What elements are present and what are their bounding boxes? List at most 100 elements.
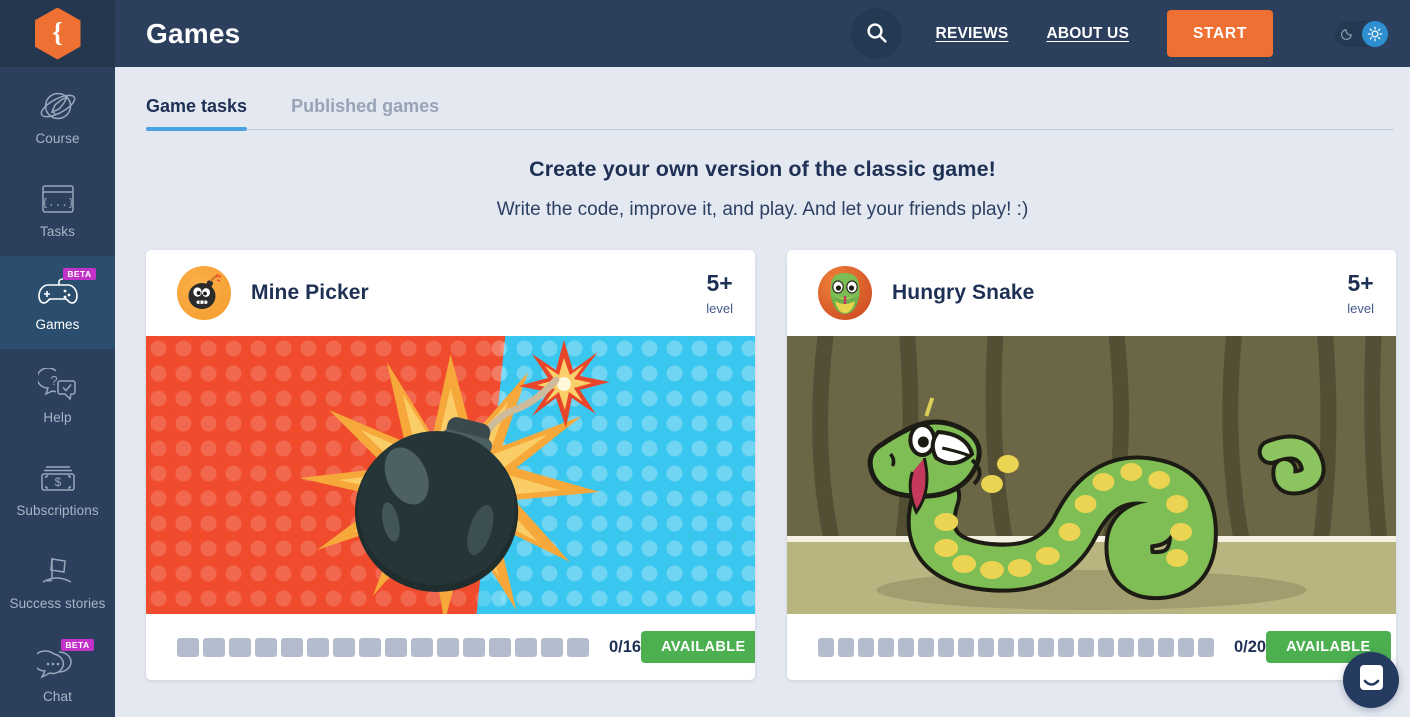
progress-pip (1078, 637, 1094, 657)
brand-logo[interactable]: { (0, 0, 115, 67)
progress-pip (1058, 637, 1074, 657)
sidebar-item-games[interactable]: BETA Games (0, 256, 115, 349)
curly-brace-hexagon-logo-icon: { (34, 7, 81, 60)
game-level: 5+ level (1347, 269, 1374, 316)
progress-pip (878, 637, 894, 657)
progress-pip (229, 637, 251, 657)
svg-text:?: ? (50, 373, 57, 388)
progress-pip (489, 637, 511, 657)
progress-text: 0/20 (1234, 637, 1267, 656)
progress-pip (541, 637, 563, 657)
game-card-title: Mine Picker (251, 281, 369, 304)
bomb-avatar-icon (177, 266, 231, 320)
level-label: level (706, 300, 733, 316)
sidebar-item-tasks[interactable]: {...} Tasks (0, 163, 115, 256)
code-window-icon: {...} (36, 180, 80, 218)
headline-subtitle: Write the code, improve it, and play. An… (496, 199, 1029, 220)
start-button[interactable]: START (1166, 10, 1273, 57)
tab-published-games[interactable]: Published games (291, 96, 439, 129)
top-bar: Games REVIEWS ABOUT US START (115, 0, 1410, 67)
sidebar-item-label: Success stories (9, 596, 106, 611)
rocket-planet-icon (36, 87, 80, 125)
search-icon (866, 22, 887, 46)
status-badge-available[interactable]: AVAILABLE (641, 631, 755, 663)
moon-icon (1341, 27, 1354, 40)
progress-pip (203, 637, 225, 657)
headline-block: Create your own version of the classic g… (115, 130, 1410, 221)
progress-pip (1118, 637, 1134, 657)
game-card[interactable]: Hungry Snake 5+ level 0/20 AVAILABLE (787, 250, 1396, 680)
game-card-footer: 0/16 AVAILABLE (146, 614, 755, 680)
progress-pip (567, 637, 589, 657)
money-dollar-icon: $ (36, 459, 80, 497)
sidebar-item-label: Subscriptions (16, 503, 99, 518)
progress-pip (1178, 637, 1194, 657)
progress-pip (255, 637, 277, 657)
search-button[interactable] (850, 8, 902, 59)
progress-pip (1038, 637, 1054, 657)
sidebar-item-success-stories[interactable]: Success stories (0, 535, 115, 628)
sidebar-item-label: Tasks (39, 224, 75, 239)
level-value: 5+ (706, 269, 733, 296)
sidebar-item-label: Chat (43, 689, 72, 704)
game-level: 5+ level (706, 269, 733, 316)
game-card-footer: 0/20 AVAILABLE (787, 614, 1396, 680)
progress-pip (978, 637, 994, 657)
svg-text:$: $ (54, 475, 61, 489)
app-root: { Course {...} Tasks BETA Games ? Help $… (0, 0, 1410, 717)
game-card[interactable]: Mine Picker 5+ level 0/16 AVAILABLE (146, 250, 755, 680)
sidebar-item-course[interactable]: Course (0, 70, 115, 163)
game-card-artwork[interactable] (787, 336, 1396, 614)
question-bubble-icon: ? (36, 366, 80, 404)
progress-pip (359, 637, 381, 657)
nav-link-about-us[interactable]: ABOUT US (1046, 25, 1129, 43)
progress-pip (177, 637, 199, 657)
progress-pip (1158, 637, 1174, 657)
svg-text:{...}: {...} (41, 196, 74, 209)
sidebar-item-chat[interactable]: BETA Chat (0, 628, 115, 717)
progress-pip (385, 637, 407, 657)
page-title: Games (146, 17, 241, 49)
progress-pip (938, 637, 954, 657)
progress-pip (307, 637, 329, 657)
green-snake-artwork-icon (787, 336, 1396, 614)
level-value: 5+ (1347, 269, 1374, 296)
sidebar-nav: Course {...} Tasks BETA Games ? Help $ S… (0, 67, 115, 717)
sidebar-item-label: Course (35, 131, 80, 146)
progress-pip (281, 637, 303, 657)
progress-pip (918, 637, 934, 657)
beta-badge: BETA (61, 639, 94, 651)
progress-pip (858, 637, 874, 657)
progress-pip (515, 637, 537, 657)
game-card-header: Mine Picker 5+ level (146, 250, 755, 336)
progress-pips (818, 637, 1214, 657)
nav-link-reviews[interactable]: REVIEWS (936, 25, 1009, 43)
progress-pip (958, 637, 974, 657)
sidebar-item-help[interactable]: ? Help (0, 349, 115, 442)
game-card-header: Hungry Snake 5+ level (787, 250, 1396, 336)
bomb-explosion-artwork-icon (146, 336, 755, 614)
sidebar: { Course {...} Tasks BETA Games ? Help $… (0, 0, 115, 717)
snake-avatar-icon (818, 266, 872, 320)
tab-list: Game tasks Published games (146, 67, 1394, 131)
progress-pip (1198, 637, 1214, 657)
game-card-artwork[interactable] (146, 336, 755, 614)
progress-pip (898, 637, 914, 657)
progress-pip (437, 637, 459, 657)
sidebar-item-subscriptions[interactable]: $ Subscriptions (0, 442, 115, 535)
sidebar-item-label: Games (35, 317, 80, 332)
top-bar-actions: REVIEWS ABOUT US START (850, 8, 1388, 59)
flag-hill-icon (36, 552, 80, 590)
intercom-chat-launcher[interactable] (1343, 652, 1399, 708)
progress-pips (177, 637, 589, 657)
beta-badge: BETA (63, 268, 96, 280)
progress-pip (1018, 637, 1034, 657)
sun-icon (1362, 20, 1388, 47)
level-label: level (1347, 300, 1374, 316)
progress-pip (463, 637, 485, 657)
progress-pip (998, 637, 1014, 657)
progress-pip (838, 637, 854, 657)
theme-toggle[interactable] (1335, 20, 1388, 47)
tab-game-tasks[interactable]: Game tasks (146, 96, 248, 131)
gamepad-icon: BETA (36, 268, 96, 311)
